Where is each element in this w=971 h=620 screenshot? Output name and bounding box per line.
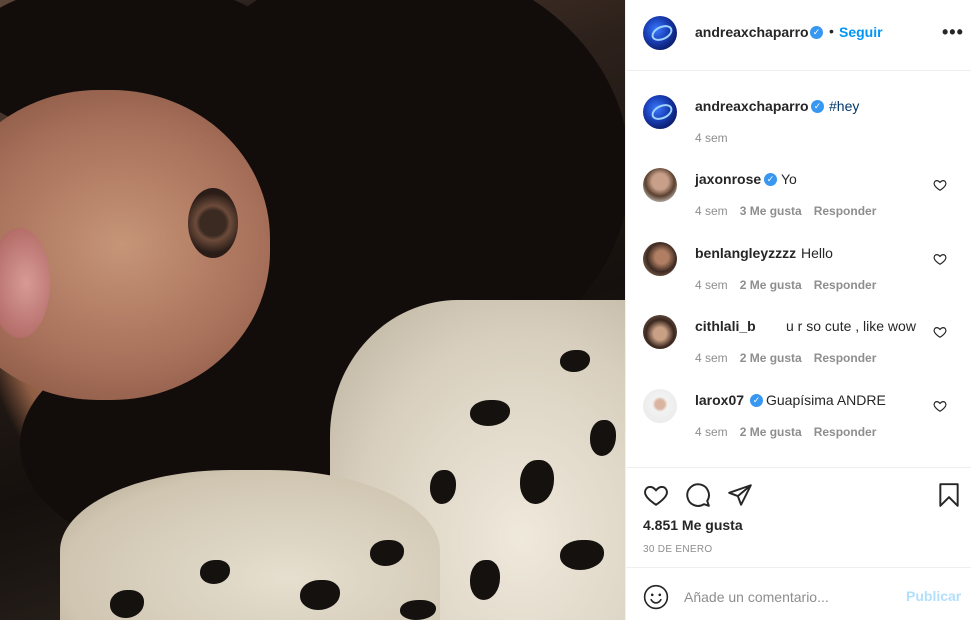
post-actions: 4.851 Me gusta 30 DE ENERO <box>626 467 971 567</box>
verified-badge-icon: ✓ <box>811 100 824 113</box>
comment-body: Hello <box>801 245 833 261</box>
comment-body: Guapísima ANDRE <box>766 392 886 408</box>
post-date[interactable]: 30 DE ENERO <box>643 544 712 555</box>
caption-text-line: andreaxchaparro <box>695 98 809 114</box>
reply-button[interactable]: Responder <box>814 278 877 292</box>
verified-badge-icon: ✓ <box>764 173 777 186</box>
commenter-username[interactable]: larox07 <box>695 392 744 408</box>
comment-time[interactable]: 4 sem <box>695 278 728 292</box>
comment-likes[interactable]: 3 Me gusta <box>740 204 802 218</box>
caption-hashtag[interactable]: #hey <box>829 98 859 114</box>
post-photo[interactable] <box>0 0 625 620</box>
caption-username[interactable]: andreaxchaparro <box>695 98 809 114</box>
comment-like-heart-icon[interactable] <box>933 399 947 413</box>
publish-button[interactable]: Publicar <box>906 588 961 604</box>
reply-button[interactable]: Responder <box>814 204 877 218</box>
smiley-icon[interactable] <box>643 584 669 610</box>
comment-body: u r so cute , like wow <box>786 318 916 334</box>
comment-text-line: larox07 <box>695 392 744 408</box>
heart-icon[interactable] <box>643 482 669 508</box>
paper-plane-icon[interactable] <box>727 482 753 508</box>
commenter-avatar[interactable] <box>643 389 677 423</box>
comment-text-line: jaxonrose <box>695 171 761 187</box>
comment-likes[interactable]: 2 Me gusta <box>740 351 802 365</box>
author-avatar[interactable] <box>643 95 677 129</box>
comment-input[interactable] <box>684 584 894 610</box>
comment-composer: Publicar <box>626 567 971 620</box>
reply-button[interactable]: Responder <box>814 425 877 439</box>
header-separator: • <box>829 23 834 39</box>
commenter-avatar[interactable] <box>643 315 677 349</box>
commenter-username[interactable]: jaxonrose <box>695 171 761 187</box>
comment-icon[interactable] <box>685 482 711 508</box>
author-username[interactable]: andreaxchaparro <box>695 24 809 40</box>
comment-likes[interactable]: 2 Me gusta <box>740 425 802 439</box>
comment-text-line: benlangleyzzzz <box>695 245 796 261</box>
commenter-username[interactable]: cithlali_b <box>695 318 756 334</box>
follow-button[interactable]: Seguir <box>839 24 883 40</box>
more-options-icon[interactable]: ••• <box>942 22 964 43</box>
comment-meta: 4 sem 2 Me gusta Responder <box>695 278 888 292</box>
caption-time[interactable]: 4 sem <box>695 131 728 145</box>
comment-text-line: cithlali_b <box>695 318 756 334</box>
comment-like-heart-icon[interactable] <box>933 252 947 266</box>
commenter-username[interactable]: benlangleyzzzz <box>695 245 796 261</box>
verified-badge-icon: ✓ <box>810 26 823 39</box>
reply-button[interactable]: Responder <box>814 351 877 365</box>
comment-time[interactable]: 4 sem <box>695 425 728 439</box>
comment-time[interactable]: 4 sem <box>695 204 728 218</box>
comment-meta: 4 sem 2 Me gusta Responder <box>695 351 888 365</box>
likes-count[interactable]: 4.851 Me gusta <box>643 517 743 533</box>
post-side-panel: andreaxchaparro ✓ • Seguir ••• andreaxch… <box>625 0 971 620</box>
comment-meta: 4 sem 2 Me gusta Responder <box>695 425 888 439</box>
comments-list[interactable]: andreaxchaparro ✓ #hey 4 sem jaxonrose ✓… <box>626 72 971 467</box>
verified-badge-icon: ✓ <box>750 394 763 407</box>
comment-meta: 4 sem 3 Me gusta Responder <box>695 204 888 218</box>
eye-shape <box>188 188 238 258</box>
comment-like-heart-icon[interactable] <box>933 178 947 192</box>
commenter-avatar[interactable] <box>643 168 677 202</box>
bookmark-icon[interactable] <box>936 482 962 508</box>
author-avatar[interactable] <box>643 16 677 50</box>
comment-likes[interactable]: 2 Me gusta <box>740 278 802 292</box>
comment-body: Yo <box>781 171 797 187</box>
commenter-avatar[interactable] <box>643 242 677 276</box>
post-header: andreaxchaparro ✓ • Seguir ••• <box>626 0 971 71</box>
comment-like-heart-icon[interactable] <box>933 325 947 339</box>
comment-time[interactable]: 4 sem <box>695 351 728 365</box>
